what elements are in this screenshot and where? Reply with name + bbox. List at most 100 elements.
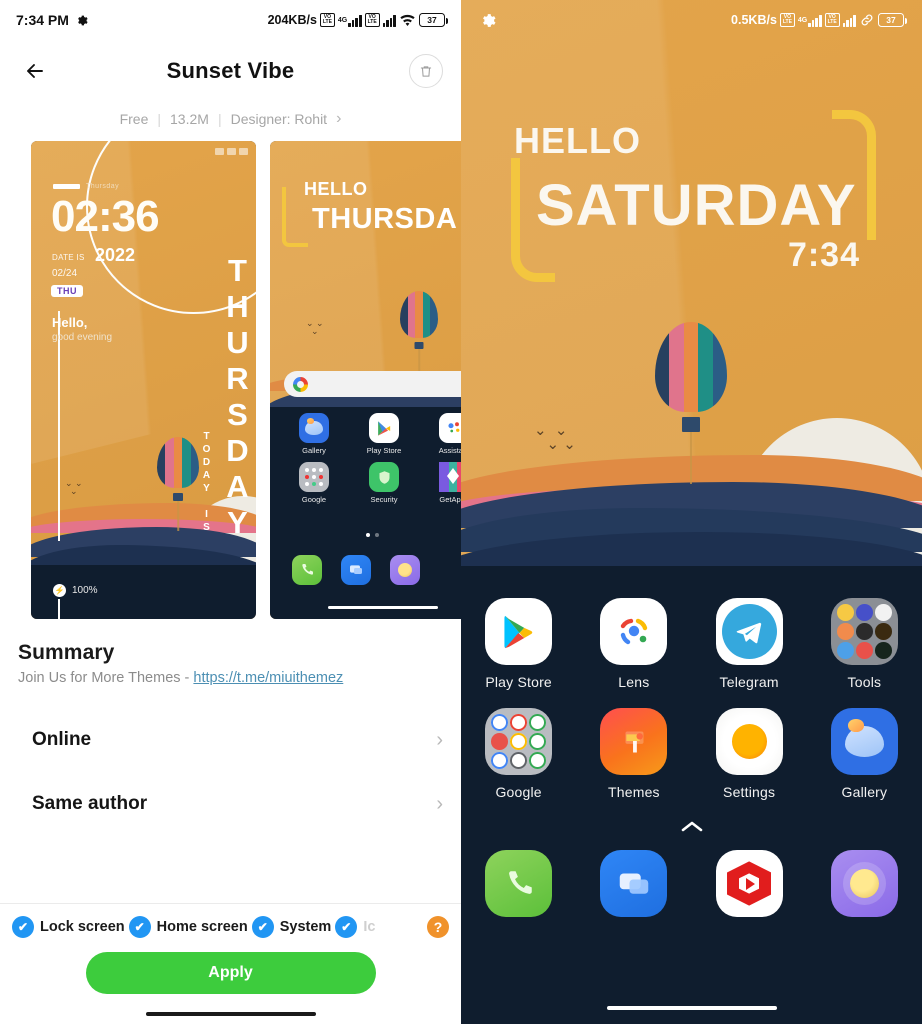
checkbox-home-screen[interactable]: ✔ Home screen <box>128 916 248 938</box>
preview-app-security[interactable]: Security <box>354 462 414 504</box>
chevron-right-icon: › <box>436 792 443 815</box>
volte-bottom-label: LTE <box>782 19 792 25</box>
checkbox-label: Lock screen <box>40 919 125 935</box>
volte-icon-2: VO LTE <box>364 13 380 27</box>
gallery-sun-shape <box>306 418 314 424</box>
left-status-bar: 7:34 PM 204KB/s VO LTE 4G VO LTE 37 <box>0 0 461 40</box>
theme-meta[interactable]: Free | 13.2M | Designer: Rohit › <box>0 102 461 141</box>
app-lens[interactable]: Lens <box>576 598 691 690</box>
dash-decor <box>53 184 80 189</box>
bolt-icon: ⚡ <box>53 584 66 597</box>
network-speed: 204KB/s <box>267 13 317 27</box>
preview-app-gallery[interactable]: Gallery <box>284 413 344 455</box>
phone-icon[interactable] <box>292 555 322 585</box>
delete-button[interactable] <box>409 54 443 88</box>
live-stripe-2 <box>669 322 684 413</box>
help-icon[interactable]: ? <box>427 916 449 938</box>
list-item-same-author[interactable]: Same author › <box>32 772 443 836</box>
meta-price: Free <box>119 111 149 127</box>
messages-icon[interactable] <box>341 555 371 585</box>
volte2-bottom-label: LTE <box>827 19 837 25</box>
checkbox-system[interactable]: ✔ System <box>251 916 331 938</box>
lock-battery-row: ⚡ 100% <box>53 584 98 597</box>
b2-stripe-4 <box>422 291 431 338</box>
play-triangle-glyph <box>746 877 756 890</box>
birds-decor-2: ⌄ ⌄ ⌄ <box>306 318 324 336</box>
apply-footer: ✔ Lock screen ✔ Home screen ✔ System ✔ I… <box>0 897 461 1024</box>
widget-hello: HELLO <box>514 120 641 161</box>
back-button[interactable] <box>18 54 52 88</box>
volte2-bottom-label: LTE <box>367 19 377 25</box>
preview-app-playstore[interactable]: Play Store <box>354 413 414 455</box>
meta-separator-1: | <box>157 111 162 127</box>
meta-separator-2: | <box>217 111 222 127</box>
lock-preheader: Thursday <box>53 183 119 190</box>
folder-dot <box>836 623 854 640</box>
preview-app-assistant[interactable]: Assistant <box>424 413 461 455</box>
signal-bars-icon-2 <box>842 14 856 27</box>
b2-stripe-1 <box>400 291 408 338</box>
lens-icon <box>600 598 668 665</box>
folder-dot <box>529 733 547 750</box>
messages-icon <box>600 850 668 917</box>
google-search-bar[interactable] <box>284 371 461 397</box>
play-store-icon <box>369 413 399 443</box>
play-triangle <box>504 615 532 648</box>
dock-app-phone[interactable] <box>461 850 576 917</box>
folder-dot <box>491 733 508 750</box>
checkbox-icons[interactable]: ✔ Ic <box>335 916 375 938</box>
volte-icon-1: VO LTE <box>319 13 335 27</box>
purple-app-icon[interactable] <box>390 555 420 585</box>
assistant-icon <box>439 413 461 443</box>
app-themes[interactable]: Themes <box>576 708 691 800</box>
hot-air-balloon-2 <box>400 291 438 375</box>
app-telegram[interactable]: Telegram <box>692 598 807 690</box>
lock-greeting: Hello, <box>52 315 88 330</box>
preview-carousel[interactable]: Thursday 02:36 DATE IS 2022 02/24 THU He… <box>0 141 461 621</box>
telegram-icon <box>715 598 783 665</box>
list-item-online[interactable]: Online › <box>32 708 443 772</box>
summary-link[interactable]: https://t.me/miuithemez <box>193 670 343 686</box>
getapps-shape <box>439 462 461 492</box>
dock-app-messages[interactable] <box>576 850 691 917</box>
checkbox-lock-screen[interactable]: ✔ Lock screen <box>12 916 125 938</box>
list-item-label: Online <box>32 729 92 750</box>
signal-bars-icon-1 <box>808 14 822 27</box>
gear-icon[interactable] <box>479 12 496 29</box>
app-play-store[interactable]: Play Store <box>461 598 576 690</box>
link-icon <box>861 14 873 26</box>
balloon-rope <box>177 501 179 531</box>
right-status-bar: 0.5KB/s VO LTE 4G VO LTE 37 <box>461 0 922 40</box>
google-folder-grid <box>485 708 552 775</box>
dock-app-purple[interactable] <box>807 850 922 917</box>
app-gallery[interactable]: Gallery <box>807 708 922 800</box>
preview2-hello: HELLO <box>304 179 368 199</box>
app-tools-folder[interactable]: Tools <box>807 598 922 690</box>
page-indicator-dots <box>366 533 379 537</box>
checkbox-label: Home screen <box>156 919 248 935</box>
assistant-dots <box>448 422 460 433</box>
stripe-3 <box>173 437 183 489</box>
handset-glyph <box>508 870 532 894</box>
preview-app-label: Gallery <box>302 446 326 455</box>
preview-lock-screen[interactable]: Thursday 02:36 DATE IS 2022 02/24 THU He… <box>31 141 256 619</box>
app-drawer-arrow[interactable] <box>461 818 922 838</box>
dock-app-media-player[interactable] <box>692 850 807 917</box>
folder-dot <box>510 752 527 769</box>
app-settings[interactable]: Settings <box>692 708 807 800</box>
right-status-indicators: 0.5KB/s VO LTE 4G VO LTE 37 <box>731 13 907 27</box>
folder-dot <box>305 481 310 486</box>
preview-app-google[interactable]: Google <box>284 462 344 504</box>
folder-dot <box>856 604 873 621</box>
apply-button[interactable]: Apply <box>85 952 376 994</box>
app-label: Lens <box>618 674 650 690</box>
preview-app-getapps[interactable]: GetApps <box>424 462 461 504</box>
preview-home-screen[interactable]: HELLO THURSDA ⌄ ⌄ ⌄ Gallery Play Store A… <box>270 141 461 619</box>
widget-clock: 7:34 <box>787 236 860 274</box>
network-type-label: 4G <box>337 16 348 24</box>
meta-designer: Designer: Rohit <box>230 111 328 127</box>
purple-app-orb <box>397 562 413 578</box>
gallery-sun-shape <box>848 719 864 732</box>
balloon-basket <box>173 493 183 501</box>
app-google-folder[interactable]: Google <box>461 708 576 800</box>
